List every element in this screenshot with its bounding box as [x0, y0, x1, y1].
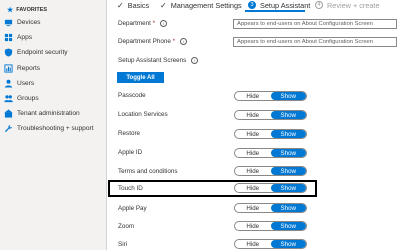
step-number-badge: 3 — [248, 1, 256, 9]
department-placeholder: Appears to end-users on About Configurat… — [237, 21, 373, 27]
restore-toggle[interactable]: Hide Show — [234, 129, 307, 139]
tab-label: Management Settings — [170, 0, 242, 10]
user-icon — [4, 79, 13, 88]
show-option[interactable]: Show — [270, 92, 306, 100]
tab-setup-assistant[interactable]: 3 Setup Assistant — [248, 0, 310, 10]
tab-label: Setup Assistant — [260, 0, 311, 10]
department-label-text: Department — [118, 20, 151, 28]
info-icon[interactable]: i — [191, 57, 199, 64]
sidebar-item-devices[interactable]: Devices — [4, 16, 104, 29]
department-phone-label-text: Department Phone — [118, 38, 171, 46]
sidebar-item-label: Apps — [17, 34, 33, 41]
info-icon[interactable]: i — [159, 20, 167, 27]
sidebar-item-label: Reports — [17, 65, 41, 72]
shield-icon — [4, 48, 13, 57]
show-option[interactable]: Show — [270, 240, 306, 248]
sidebar-item-apps[interactable]: Apps — [4, 31, 104, 44]
reports-icon — [4, 64, 13, 73]
department-input[interactable]: Appears to end-users on About Configurat… — [233, 19, 397, 29]
hide-option[interactable]: Hide — [235, 222, 271, 230]
sidebar: ★ FAVORITES Devices Apps Endpoint securi… — [0, 0, 107, 250]
siri-toggle[interactable]: Hide Show — [234, 239, 307, 249]
screen-label-passcode: Passcode — [118, 92, 146, 99]
troubleshoot-icon — [4, 124, 13, 133]
sidebar-item-label: Devices — [17, 19, 41, 26]
show-option[interactable]: Show — [270, 149, 306, 157]
star-icon: ★ — [7, 7, 14, 14]
show-option[interactable]: Show — [270, 184, 306, 192]
checkmark-icon: ✓ — [117, 0, 124, 10]
zoom-toggle[interactable]: Hide Show — [234, 221, 307, 231]
tab-basics[interactable]: ✓ Basics — [117, 0, 149, 10]
favorites-header: ★ FAVORITES — [7, 5, 47, 15]
info-icon[interactable]: i — [179, 38, 187, 45]
hide-option[interactable]: Hide — [235, 92, 271, 100]
department-phone-input[interactable]: Appears to end-users on About Configurat… — [233, 37, 397, 47]
screen-label-siri: Siri — [118, 241, 128, 248]
department-phone-label: Department Phone * i — [118, 38, 187, 45]
passcode-toggle[interactable]: Hide Show — [234, 91, 307, 101]
sidebar-item-troubleshooting-support[interactable]: Troubleshooting + support — [4, 122, 104, 135]
tab-label: Review + create — [327, 0, 380, 10]
department-phone-placeholder: Appears to end-users on About Configurat… — [237, 39, 373, 45]
terms-and-conditions-toggle[interactable]: Hide Show — [234, 166, 307, 176]
screen-label-location-services: Location Services — [118, 111, 168, 118]
show-option[interactable]: Show — [270, 222, 306, 230]
tenant-icon — [4, 109, 13, 118]
screen-label-zoom: Zoom — [118, 223, 135, 230]
department-label: Department * i — [118, 20, 167, 27]
hide-option[interactable]: Hide — [235, 240, 271, 248]
hide-option[interactable]: Hide — [235, 184, 271, 192]
tab-management-settings[interactable]: ✓ Management Settings — [160, 0, 242, 10]
wizard-tabs: ✓ Basics ✓ Management Settings 3 Setup A… — [108, 0, 397, 12]
apps-icon — [4, 33, 13, 42]
apple-pay-toggle[interactable]: Hide Show — [234, 203, 307, 213]
required-marker: * — [172, 38, 176, 46]
sidebar-item-groups[interactable]: Groups — [4, 92, 104, 105]
apple-id-toggle[interactable]: Hide Show — [234, 148, 307, 158]
location-services-toggle[interactable]: Hide Show — [234, 110, 307, 120]
sidebar-item-endpoint-security[interactable]: Endpoint security — [4, 46, 104, 59]
sidebar-item-reports[interactable]: Reports — [4, 62, 104, 75]
favorites-label: FAVORITES — [16, 7, 48, 13]
hide-option[interactable]: Hide — [235, 167, 271, 175]
tab-label: Basics — [127, 0, 150, 10]
sidebar-item-label: Troubleshooting + support — [17, 125, 94, 132]
sidebar-item-label: Groups — [17, 95, 39, 102]
screen-label-apple-id: Apple ID — [118, 149, 143, 156]
screen-label-apple-pay: Apple Pay — [118, 205, 147, 212]
main-panel: ✓ Basics ✓ Management Settings 3 Setup A… — [108, 0, 397, 250]
show-option[interactable]: Show — [270, 130, 306, 138]
hide-option[interactable]: Hide — [235, 130, 271, 138]
checkmark-icon: ✓ — [160, 0, 167, 10]
tab-review-create[interactable]: 4 Review + create — [315, 0, 380, 10]
sidebar-item-label: Tenant administration — [17, 110, 80, 117]
sidebar-item-tenant-administration[interactable]: Tenant administration — [4, 107, 104, 120]
required-marker: * — [152, 20, 156, 28]
toggle-all-button[interactable]: Toggle All — [117, 72, 164, 83]
screen-label-restore: Restore — [118, 130, 141, 137]
screen-label-touch-id: Touch ID — [118, 185, 143, 192]
sidebar-item-users[interactable]: Users — [4, 77, 104, 90]
hide-option[interactable]: Hide — [235, 204, 271, 212]
step-number-badge: 4 — [315, 1, 323, 9]
screens-label-text: Setup Assistant Screens — [118, 57, 187, 65]
hide-option[interactable]: Hide — [235, 111, 271, 119]
sidebar-item-label: Endpoint security — [17, 49, 68, 56]
touch-id-toggle[interactable]: Hide Show — [234, 183, 307, 193]
devices-icon — [4, 19, 13, 27]
sidebar-item-label: Users — [17, 80, 35, 87]
show-option[interactable]: Show — [270, 204, 306, 212]
screen-label-terms-and-conditions: Terms and conditions — [118, 168, 178, 175]
show-option[interactable]: Show — [270, 111, 306, 119]
setup-assistant-screens-label: Setup Assistant Screens i — [118, 57, 199, 65]
groups-icon — [4, 95, 13, 103]
hide-option[interactable]: Hide — [235, 149, 271, 157]
show-option[interactable]: Show — [270, 167, 306, 175]
active-tab-indicator — [245, 10, 305, 12]
